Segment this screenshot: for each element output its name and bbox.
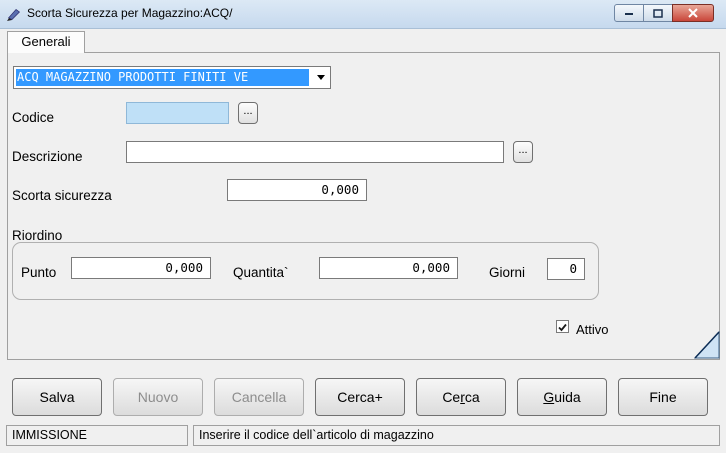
cancella-button[interactable]: Cancella <box>214 378 304 416</box>
attivo-checkbox[interactable] <box>556 320 569 333</box>
scorta-input[interactable]: 0,000 <box>227 179 367 201</box>
giorni-input[interactable]: 0 <box>547 258 585 280</box>
cerca-label-post: ca <box>464 389 480 405</box>
app-icon <box>7 9 20 21</box>
punto-label: Punto <box>21 265 57 280</box>
guida-accesskey: G <box>543 389 555 405</box>
nuovo-button[interactable]: Nuovo <box>113 378 203 416</box>
cerca-label-pre: Ce <box>442 389 461 405</box>
checkmark-icon <box>558 323 567 332</box>
salva-button[interactable]: Salva <box>12 378 102 416</box>
guida-button[interactable]: Guida <box>517 378 607 416</box>
window-title: Scorta Sicurezza per Magazzino:ACQ/ <box>27 6 233 20</box>
codice-lookup-button[interactable]: ... <box>238 102 258 124</box>
cerca-plus-button[interactable]: Cerca+ <box>315 378 405 416</box>
quantita-input[interactable]: 0,000 <box>319 257 458 279</box>
codice-label: Codice <box>12 110 55 125</box>
tab-panel <box>7 52 720 360</box>
warehouse-select[interactable]: ACQ MAGAZZINO PRODOTTI FINITI VE <box>13 66 331 89</box>
descrizione-input[interactable] <box>126 141 504 163</box>
riordino-label: Riordino <box>12 228 63 243</box>
attivo-label: Attivo <box>576 322 609 337</box>
chevron-down-icon <box>316 75 325 80</box>
guida-label-post: uida <box>554 389 581 405</box>
minimize-button[interactable] <box>614 4 644 22</box>
corner-triangle-icon <box>694 331 720 359</box>
descrizione-lookup-button[interactable]: ... <box>513 141 533 163</box>
tab-generali[interactable]: Generali <box>7 31 85 53</box>
close-button[interactable] <box>672 4 714 22</box>
maximize-icon <box>653 8 663 18</box>
fine-button[interactable]: Fine <box>618 378 708 416</box>
main-window: Scorta Sicurezza per Magazzino:ACQ/ Gene… <box>0 0 726 453</box>
status-mode: IMMISSIONE <box>6 425 188 446</box>
scorta-label: Scorta sicurezza <box>12 188 112 203</box>
punto-input[interactable]: 0,000 <box>71 257 211 279</box>
giorni-label: Giorni <box>489 265 526 280</box>
close-icon <box>688 8 698 18</box>
status-message: Inserire il codice dell`articolo di maga… <box>193 425 720 446</box>
descrizione-label: Descrizione <box>12 149 83 164</box>
minimize-icon <box>625 13 633 15</box>
combo-dropdown-button[interactable] <box>312 68 329 87</box>
quantita-label: Quantita` <box>233 265 289 280</box>
warehouse-selected-value: ACQ MAGAZZINO PRODOTTI FINITI VE <box>16 69 309 86</box>
maximize-button[interactable] <box>643 4 673 22</box>
codice-input[interactable] <box>126 102 229 124</box>
window-controls <box>614 4 714 22</box>
cerca-button[interactable]: Cerca <box>416 378 506 416</box>
title-bar: Scorta Sicurezza per Magazzino:ACQ/ <box>0 0 726 29</box>
